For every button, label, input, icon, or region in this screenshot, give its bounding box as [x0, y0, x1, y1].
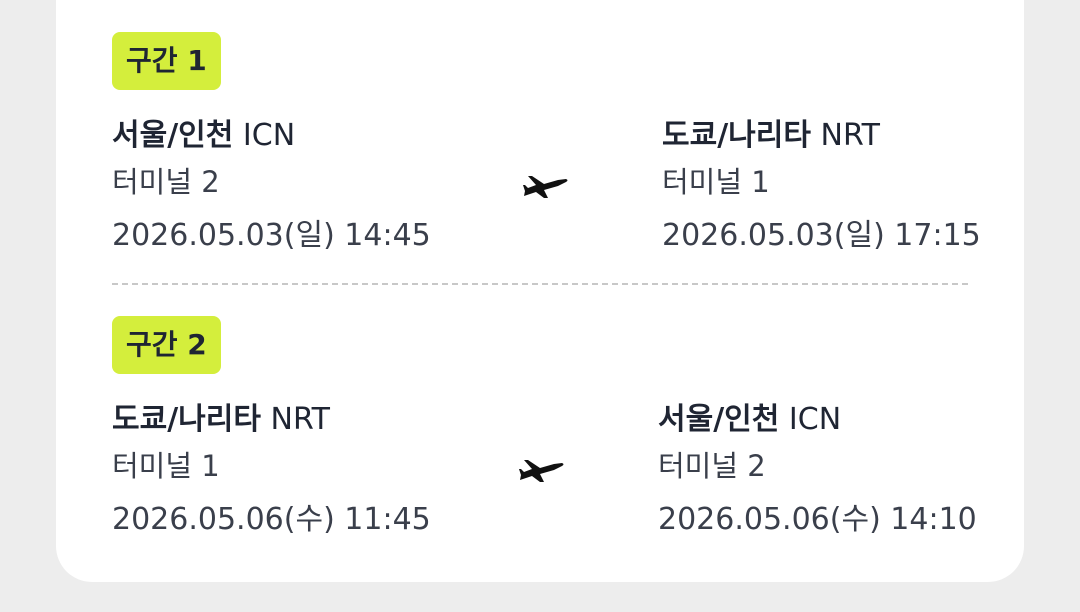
departure-city: 서울/인천 — [112, 118, 234, 153]
departure-datetime: 2026.05.03(일) 14:45 — [112, 218, 431, 253]
arrival-datetime: 2026.05.03(일) 17:15 — [662, 218, 981, 253]
departure-city: 도쿄/나리타 — [112, 402, 261, 437]
arrival-city: 서울/인천 — [658, 402, 780, 437]
arrival-code: NRT — [820, 118, 880, 153]
arrival-terminal: 터미널 1 — [662, 165, 770, 199]
segment-badge: 구간 1 — [112, 32, 221, 90]
departure-code: ICN — [242, 118, 296, 153]
airplane-icon — [523, 176, 568, 198]
arrival-terminal: 터미널 2 — [658, 449, 766, 483]
arrival-info: 도쿄/나리타 NRT 터미널 1 2026.05.03(일) 17:15 — [662, 114, 981, 258]
departure-datetime: 2026.05.06(수) 11:45 — [112, 502, 431, 537]
arrival-airport: 도쿄/나리타 NRT — [662, 114, 981, 158]
departure-info: 도쿄/나리타 NRT 터미널 1 2026.05.06(수) 11:45 — [112, 398, 431, 542]
departure-code: NRT — [270, 402, 330, 437]
segment-badge: 구간 2 — [112, 316, 221, 374]
departure-airport: 도쿄/나리타 NRT — [112, 398, 431, 442]
arrival-city: 도쿄/나리타 — [662, 118, 811, 153]
departure-info: 서울/인천 ICN 터미널 2 2026.05.03(일) 14:45 — [112, 114, 431, 258]
arrival-airport: 서울/인천 ICN — [658, 398, 977, 442]
segment-divider — [112, 283, 968, 285]
airplane-icon — [519, 460, 564, 482]
arrival-code: ICN — [788, 402, 842, 437]
departure-terminal: 터미널 2 — [112, 165, 220, 199]
arrival-datetime: 2026.05.06(수) 14:10 — [658, 502, 977, 537]
departure-terminal: 터미널 1 — [112, 449, 220, 483]
arrival-info: 서울/인천 ICN 터미널 2 2026.05.06(수) 14:10 — [658, 398, 977, 542]
departure-airport: 서울/인천 ICN — [112, 114, 431, 158]
